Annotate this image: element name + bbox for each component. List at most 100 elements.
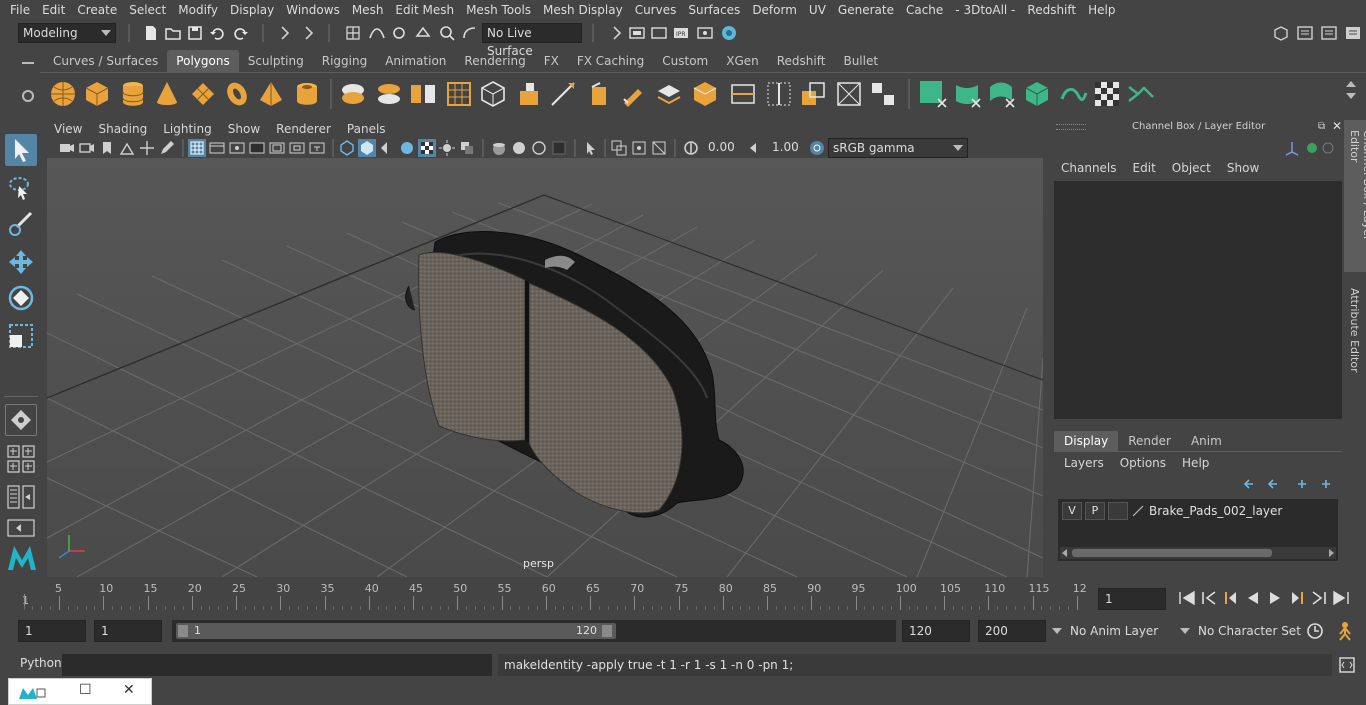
safe-title-icon[interactable]	[308, 139, 326, 157]
construction-history-icon[interactable]	[608, 24, 626, 42]
offset-edge-icon[interactable]	[798, 79, 828, 109]
paint-select-tool[interactable]	[5, 208, 37, 240]
shadows-icon[interactable]	[458, 139, 476, 157]
minimized-window-bar[interactable]: ☐ ✕	[8, 678, 152, 705]
viewport-menu-view[interactable]: View	[54, 120, 82, 138]
viewport-menu-renderer[interactable]: Renderer	[276, 120, 331, 138]
isolate-select-icon[interactable]	[582, 139, 600, 157]
combine-icon[interactable]	[338, 79, 368, 109]
channel-box-menu-object[interactable]: Object	[1172, 161, 1211, 175]
redo-icon[interactable]	[232, 24, 250, 42]
poly-plane-icon[interactable]	[188, 79, 218, 109]
snap-point-icon[interactable]	[390, 24, 408, 42]
close-panel-icon[interactable]: ✕	[1332, 119, 1342, 133]
edge-loop-icon[interactable]	[728, 79, 758, 109]
uv-automatic-icon[interactable]	[1022, 79, 1052, 109]
channel-box-menu-channels[interactable]: Channels	[1061, 161, 1117, 175]
show-manipulator-tool[interactable]	[5, 404, 37, 436]
quad-draw-icon[interactable]	[868, 79, 898, 109]
shelf-tab-redshift[interactable]: Redshift	[768, 50, 835, 72]
multi-cut-icon[interactable]	[618, 79, 648, 109]
exposure-icon[interactable]	[682, 139, 700, 157]
menu-edit-mesh[interactable]: Edit Mesh	[395, 0, 454, 20]
anim-layer-chevron-down-icon[interactable]	[1052, 628, 1062, 634]
snap-view-plane-icon[interactable]	[414, 24, 432, 42]
move-layer-down-icon[interactable]	[1267, 479, 1277, 489]
mode-dropdown[interactable]: Modeling	[18, 23, 116, 43]
menu-edit[interactable]: Edit	[42, 0, 65, 20]
extrude-icon[interactable]	[514, 79, 544, 109]
animation-start-field[interactable]: 1	[18, 620, 86, 642]
menu-file[interactable]: File	[10, 0, 30, 20]
gamma-field[interactable]: 1.00	[766, 138, 804, 158]
xray-joints-icon[interactable]	[630, 139, 648, 157]
render-frame-icon[interactable]	[628, 24, 646, 42]
target-weld-icon[interactable]	[834, 79, 864, 109]
show-attribute-editor-icon[interactable]	[1296, 24, 1314, 42]
hypershade-icon[interactable]	[720, 24, 738, 42]
shelf-tab-xgen[interactable]: XGen	[717, 50, 768, 72]
append-polygon-icon[interactable]	[584, 79, 614, 109]
rotate-tool[interactable]	[5, 282, 37, 314]
maximize-icon[interactable]: ☐	[79, 682, 92, 698]
playback-end-field[interactable]: 120	[902, 620, 970, 642]
shelf-tab-sculpting[interactable]: Sculpting	[239, 50, 313, 72]
poly-cube-icon[interactable]	[82, 79, 112, 109]
channel-box-area[interactable]	[1054, 181, 1342, 419]
smooth-shade-all-icon[interactable]	[358, 139, 376, 157]
uv-spherical-icon[interactable]	[986, 79, 1016, 109]
menu-mesh-display[interactable]: Mesh Display	[543, 0, 623, 20]
layer-tab-render[interactable]: Render	[1118, 431, 1181, 451]
step-back-frame-icon[interactable]	[1220, 589, 1242, 607]
xray-icon[interactable]	[610, 139, 628, 157]
bookmark-icon[interactable]	[98, 139, 116, 157]
render-sequence-icon[interactable]	[650, 24, 668, 42]
playback-start-field[interactable]: 1	[94, 620, 162, 642]
poly-cone-icon[interactable]	[152, 79, 182, 109]
script-language-label[interactable]: Python	[20, 656, 62, 670]
fill-hole-icon[interactable]	[690, 79, 720, 109]
brake-pad-model[interactable]	[405, 231, 744, 518]
breakdown-status-icon[interactable]	[1322, 142, 1334, 154]
range-slider-bar[interactable]: 1 120	[176, 623, 616, 639]
snap-surface-icon[interactable]	[438, 24, 456, 42]
script-editor-icon[interactable]	[1338, 656, 1356, 674]
menu-mesh[interactable]: Mesh	[352, 0, 384, 20]
render-settings-icon[interactable]	[696, 24, 714, 42]
keyed-status-icon[interactable]	[1307, 143, 1317, 153]
attribute-editor-side-tab[interactable]: Attribute Editor	[1344, 280, 1366, 380]
layer-menu-options[interactable]: Options	[1120, 456, 1166, 470]
snap-grid-icon[interactable]	[344, 24, 362, 42]
layer-tab-display[interactable]: Display	[1054, 431, 1119, 451]
range-slider[interactable]: 1 120	[172, 620, 896, 642]
undo-icon[interactable]	[208, 24, 226, 42]
field-chart-icon[interactable]	[268, 139, 286, 157]
shelf-tab-curves-surfaces[interactable]: Curves / Surfaces	[44, 50, 167, 72]
uv-unfold-icon[interactable]	[1058, 79, 1088, 109]
uv-cylindrical-icon[interactable]	[952, 79, 982, 109]
snap-curve-icon[interactable]	[368, 24, 386, 42]
selection-mask-icon[interactable]	[276, 24, 294, 42]
poly-pipe-icon[interactable]	[292, 79, 322, 109]
merge-vertices-icon[interactable]	[654, 79, 684, 109]
save-scene-icon[interactable]	[186, 24, 204, 42]
wireframe-on-shaded-icon[interactable]	[398, 139, 416, 157]
menu-redshift[interactable]: Redshift	[1027, 0, 1076, 20]
menu-help[interactable]: Help	[1088, 0, 1115, 20]
safe-action-icon[interactable]	[288, 139, 306, 157]
axis-orientation-icon[interactable]	[1285, 142, 1299, 156]
gate-mask-icon[interactable]	[248, 139, 266, 157]
depth-of-field-icon[interactable]	[550, 139, 568, 157]
time-slider[interactable]: 1 5 10 15 20 25 30 35 40 45 50 55 60 65 70 75 80 85 90 95 10…	[20, 582, 1092, 612]
shelf-tab-custom[interactable]: Custom	[653, 50, 717, 72]
menu-modify[interactable]: Modify	[178, 0, 218, 20]
use-all-lights-icon[interactable]	[438, 139, 456, 157]
auto-key-icon[interactable]	[1306, 622, 1324, 640]
grease-pencil-icon[interactable]	[158, 139, 176, 157]
anti-aliasing-icon[interactable]	[530, 139, 548, 157]
go-to-start-icon[interactable]	[1176, 589, 1198, 607]
menu-windows[interactable]: Windows	[286, 0, 340, 20]
play-backwards-icon[interactable]	[1242, 589, 1264, 607]
gamma-icon[interactable]	[746, 139, 764, 157]
layer-list-scrollbar[interactable]	[1060, 547, 1336, 559]
